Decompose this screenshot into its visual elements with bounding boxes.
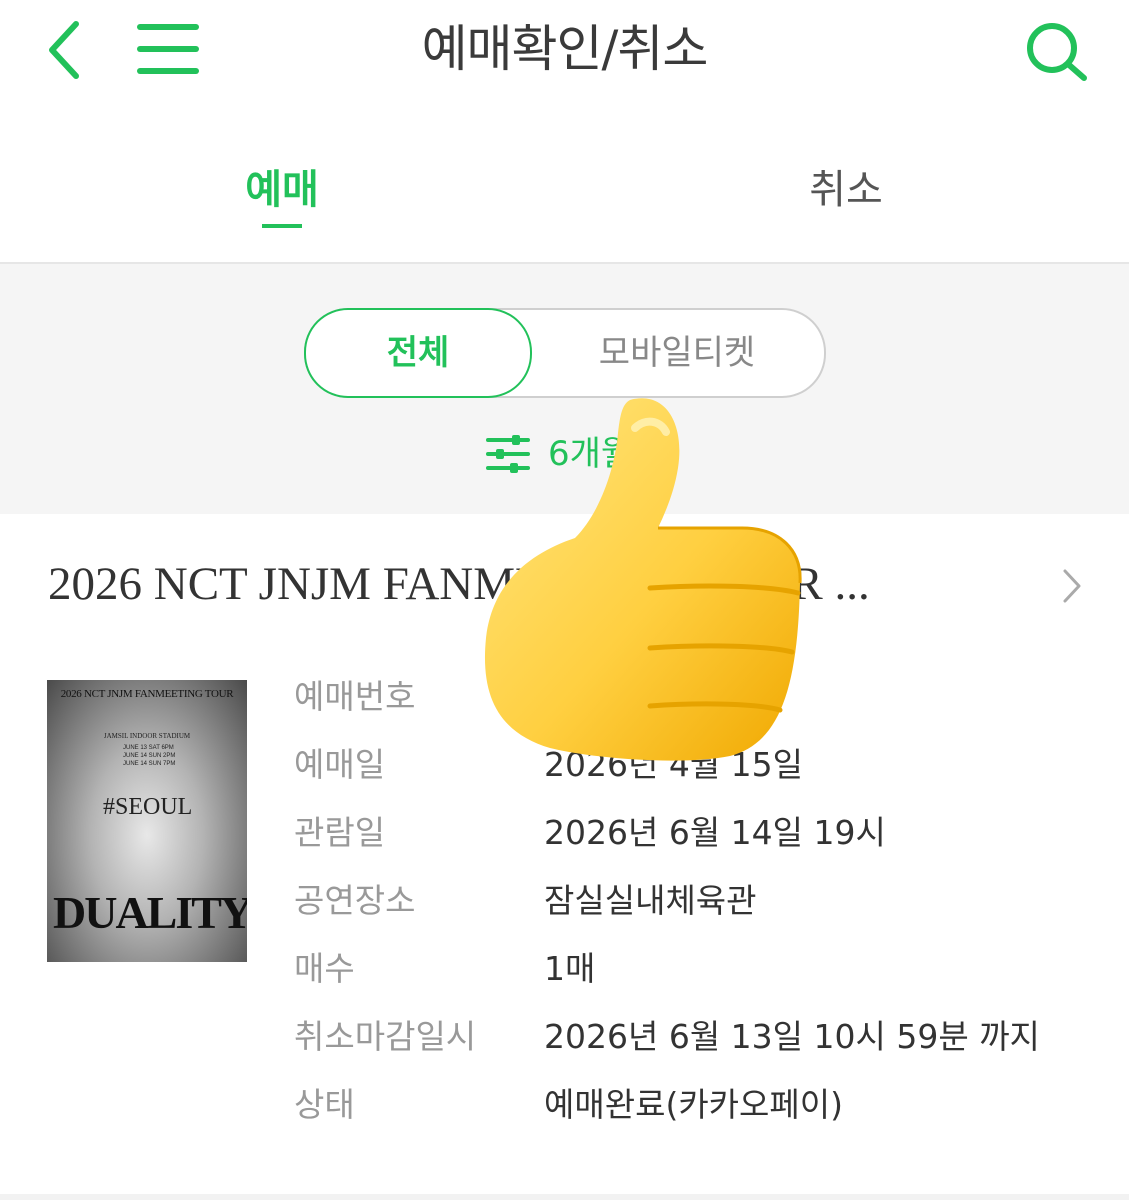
poster-dates: JUNE 13 SAT 6PM JUNE 14 SUN 2PM JUNE 14 … — [123, 744, 175, 768]
section-divider — [0, 1194, 1129, 1200]
detail-row-venue: 공연장소 잠실실내체육관 — [294, 876, 1094, 926]
ticket-type-toggle: 모바일티켓 전체 — [304, 308, 826, 398]
detail-label: 관람일 — [294, 813, 386, 852]
segment-mobile-ticket[interactable]: 모바일티켓 — [532, 310, 822, 396]
tab-bar: 예매 취소 — [0, 140, 1129, 264]
event-poster: 2026 NCT JNJM FANMEETING TOUR JAMSIL IND… — [47, 680, 247, 962]
chevron-right-icon — [1063, 569, 1081, 603]
page-title: 예매확인/취소 — [421, 20, 709, 78]
detail-value: 예매완료(카카오페이) — [544, 1085, 843, 1124]
detail-value: 2026년 6월 13일 10시 59분 까지 — [544, 1017, 1040, 1056]
search-icon — [1027, 23, 1087, 81]
segment-all[interactable]: 전체 — [304, 308, 532, 398]
poster-date: JUNE 13 SAT 6PM — [123, 745, 174, 751]
detail-label: 취소마감일시 — [294, 1017, 477, 1056]
poster-date: JUNE 14 SUN 2PM — [123, 753, 176, 759]
detail-value: 잠실실내체육관 — [544, 881, 757, 920]
booking-detail-button[interactable] — [1060, 566, 1084, 610]
detail-row-cancel-deadline: 취소마감일시 2026년 6월 13일 10시 59분 까지 — [294, 1012, 1094, 1062]
thumbs-up-icon — [484, 398, 802, 761]
app-header: 예매확인/취소 — [0, 0, 1129, 110]
detail-label: 상태 — [294, 1085, 355, 1124]
search-button[interactable] — [1024, 20, 1090, 88]
poster-logo: DUALITY — [53, 887, 247, 938]
detail-label: 예매번호 — [294, 677, 416, 716]
active-tab-indicator — [262, 224, 302, 228]
detail-label: 예매일 — [294, 745, 386, 784]
tab-cancel[interactable]: 취소 — [564, 160, 1128, 220]
detail-label: 매수 — [294, 949, 355, 988]
detail-row-ticket-count: 매수 1매 — [294, 944, 1094, 994]
poster-date: JUNE 14 SUN 7PM — [123, 761, 176, 767]
tab-booking[interactable]: 예매 — [0, 160, 564, 220]
poster-top-text: 2026 NCT JNJM FANMEETING TOUR — [60, 688, 234, 700]
detail-value: 2026년 6월 14일 19시 — [544, 813, 886, 852]
detail-row-status: 상태 예매완료(카카오페이) — [294, 1080, 1094, 1130]
detail-value: 1매 — [544, 949, 596, 988]
poster-city: #SEOUL — [103, 794, 193, 820]
detail-label: 공연장소 — [294, 881, 416, 920]
detail-row-viewing-date: 관람일 2026년 6월 14일 19시 — [294, 808, 1094, 858]
poster-venue: JAMSIL INDOOR STADIUM — [103, 732, 191, 740]
